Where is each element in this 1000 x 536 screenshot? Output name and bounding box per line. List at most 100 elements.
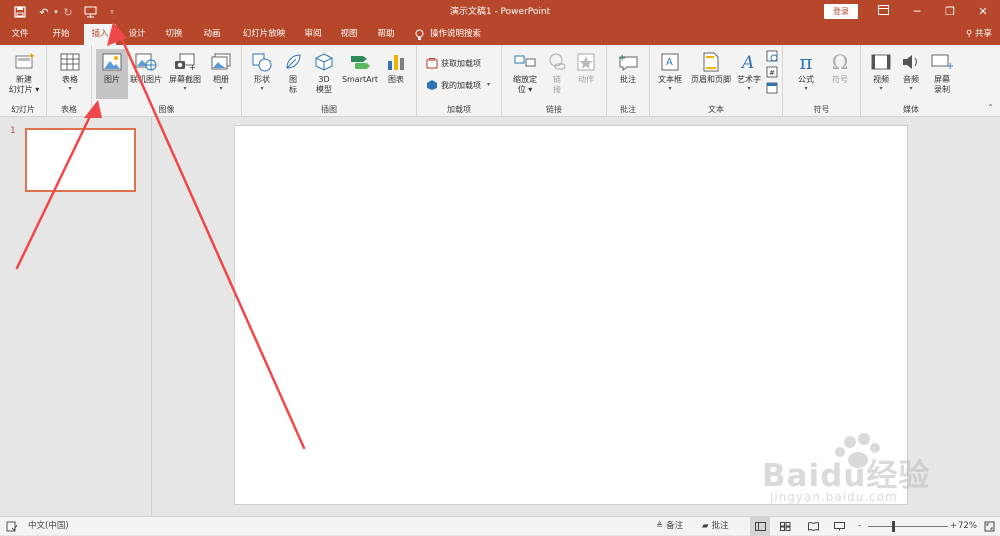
audio-label: 音频 xyxy=(903,75,919,84)
link-icon xyxy=(545,51,569,73)
screenshot-dropdown-icon: ▾ xyxy=(183,85,187,92)
group-slides: ✦ 新建 幻灯片 ▾ 幻灯片 xyxy=(0,45,47,117)
slide-thumbnail[interactable] xyxy=(25,128,136,192)
group-label-slides: 幻灯片 xyxy=(11,105,35,114)
customize-qat-icon[interactable]: ▿ xyxy=(104,4,120,20)
textbox-label: 文本框 xyxy=(658,75,682,84)
tab-view[interactable]: 视图 xyxy=(334,24,364,45)
zoom-link-button[interactable]: 缩放定 位 ▾ xyxy=(506,51,544,95)
tab-slideshow[interactable]: 幻灯片放映 xyxy=(234,24,294,45)
tab-transitions[interactable]: 切换 xyxy=(158,24,190,45)
my-addins-button[interactable]: 我的加载项 ▾ xyxy=(425,77,490,93)
my-addins-label: 我的加载项 xyxy=(441,80,481,90)
link-button[interactable]: 链 接 xyxy=(544,51,570,95)
start-from-beginning-icon[interactable] xyxy=(82,4,98,20)
svg-text:#: # xyxy=(769,69,775,77)
store-icon xyxy=(425,57,438,70)
wordart-label: 艺术字 xyxy=(737,75,761,84)
table-button[interactable]: 表格 ▾ xyxy=(54,51,86,93)
shapes-button[interactable]: 形状 ▾ xyxy=(248,51,276,93)
notes-label: 备注 xyxy=(666,521,684,531)
fit-to-window-icon[interactable] xyxy=(984,517,995,536)
video-button[interactable]: 视频 ▾ xyxy=(867,51,895,93)
insert-comment-button[interactable]: + 批注 xyxy=(613,51,643,85)
online-picture-label: 联机图片 xyxy=(130,75,162,84)
tab-design[interactable]: 设计 xyxy=(122,24,152,45)
zoom-out-button[interactable]: - xyxy=(858,517,861,536)
reading-view-icon[interactable] xyxy=(808,517,819,536)
album-dropdown-icon: ▾ xyxy=(219,85,223,92)
smartart-button[interactable]: SmartArt xyxy=(340,51,380,85)
pi-icon: π xyxy=(799,50,813,74)
notes-icon: ≜ xyxy=(656,521,664,531)
textbox-icon: A xyxy=(658,51,682,73)
3d-label-2: 模型 xyxy=(316,85,332,94)
tell-me-search[interactable]: 操作说明搜索 xyxy=(430,24,496,45)
zoom-slider[interactable] xyxy=(868,517,948,536)
table-label: 表格 xyxy=(62,75,78,84)
language-status[interactable]: 中文(中国) xyxy=(28,517,69,536)
textbox-button[interactable]: A 文本框 ▾ xyxy=(654,51,686,93)
object-icon[interactable] xyxy=(766,82,780,95)
equation-button[interactable]: π 公式 ▾ xyxy=(791,51,821,93)
slideshow-view-icon[interactable] xyxy=(834,517,845,536)
tab-home[interactable]: 开始 xyxy=(44,24,78,45)
comments-button[interactable]: ▰ 批注 xyxy=(702,517,729,536)
audio-button[interactable]: 音频 ▾ xyxy=(897,51,925,93)
close-button[interactable]: ✕ xyxy=(966,0,1000,24)
tab-animations[interactable]: 动画 xyxy=(196,24,228,45)
ribbon-display-options-icon[interactable] xyxy=(866,0,900,24)
wordart-icon: A xyxy=(737,51,761,73)
watermark-url: jingyan.baidu.com xyxy=(770,490,898,504)
screenshot-button[interactable]: + 屏幕截图 ▾ xyxy=(166,51,204,93)
online-picture-button[interactable]: 联机图片 xyxy=(130,51,162,85)
zoom-in-button[interactable]: + xyxy=(950,517,957,536)
get-addins-button[interactable]: 获取加载项 xyxy=(425,55,481,71)
group-label-tables: 表格 xyxy=(61,105,77,114)
3d-models-button[interactable]: 3D 模型 xyxy=(310,51,338,95)
album-label: 相册 xyxy=(213,75,229,84)
group-text: A 文本框 ▾ 页眉和页脚 A 艺术字 ▾ # 文本 xyxy=(650,45,783,117)
minimize-button[interactable]: ─ xyxy=(900,0,934,24)
spelling-icon[interactable] xyxy=(6,517,18,536)
redo-icon[interactable]: ↻ xyxy=(60,4,76,20)
normal-view-icon[interactable] xyxy=(750,517,770,536)
new-slide-button[interactable]: ✦ 新建 幻灯片 ▾ xyxy=(4,51,44,95)
share-button[interactable]: ⚲ 共享 xyxy=(966,24,992,45)
save-icon[interactable] xyxy=(12,4,28,20)
svg-text:A: A xyxy=(740,53,754,72)
header-footer-button[interactable]: 页眉和页脚 xyxy=(688,51,734,85)
login-button[interactable]: 登录 xyxy=(824,4,858,19)
symbol-button[interactable]: Ω 符号 xyxy=(825,51,855,85)
picture-button[interactable]: 图片 xyxy=(96,49,128,99)
slide-number-icon[interactable]: # xyxy=(766,66,780,79)
notes-button[interactable]: ≜ 备注 xyxy=(656,517,683,536)
tab-help[interactable]: 帮助 xyxy=(370,24,402,45)
link-label-2: 接 xyxy=(553,85,561,94)
wordart-button[interactable]: A 艺术字 ▾ xyxy=(734,51,764,93)
restore-button[interactable]: ❐ xyxy=(933,0,967,24)
zoom-level[interactable]: 72% xyxy=(958,517,977,536)
audio-dropdown-icon: ▾ xyxy=(909,85,913,92)
symbol-label: 符号 xyxy=(832,75,848,84)
get-addins-label: 获取加载项 xyxy=(441,58,481,68)
video-icon xyxy=(869,51,893,73)
screen-recording-button[interactable]: + 屏幕 录制 xyxy=(927,51,957,95)
tab-insert[interactable]: 插入 xyxy=(84,24,116,46)
tab-file[interactable]: 文件 xyxy=(4,24,36,45)
person-icon: ⚲ xyxy=(966,29,973,39)
zoom-slider-thumb[interactable] xyxy=(892,521,895,532)
slide-sorter-icon[interactable] xyxy=(780,517,791,536)
title-bar: ↶ ▾ ↻ ▿ 演示文稿1 - PowerPoint 登录 ─ ❐ ✕ xyxy=(0,0,1000,24)
icons-button[interactable]: 图 标 xyxy=(280,51,306,95)
chart-button[interactable]: 图表 xyxy=(382,51,410,85)
tab-review[interactable]: 审阅 xyxy=(298,24,328,45)
svg-text:+: + xyxy=(946,61,953,71)
action-button[interactable]: 动作 xyxy=(572,51,600,85)
group-label-text: 文本 xyxy=(708,105,724,114)
collapse-ribbon-icon[interactable]: ⌃ xyxy=(987,103,994,112)
album-button[interactable]: 相册 ▾ xyxy=(206,51,236,93)
video-label: 视频 xyxy=(873,75,889,84)
status-bar: 中文(中国) ≜ 备注 ▰ 批注 - + 72% xyxy=(0,516,1000,536)
date-time-icon[interactable] xyxy=(766,50,780,63)
